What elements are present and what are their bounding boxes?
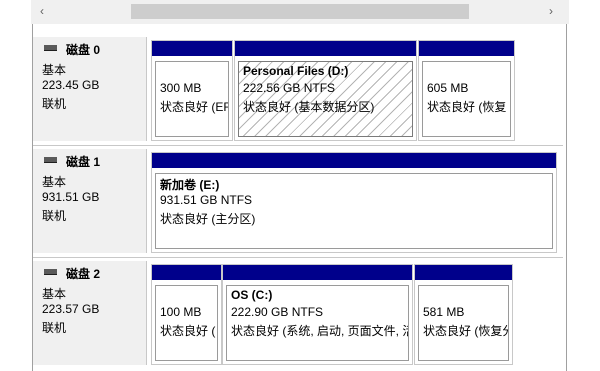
- partition-system[interactable]: 100 MB 状态良好 (: [151, 264, 222, 365]
- scrollbar-thumb[interactable]: [131, 4, 469, 19]
- partition-size: 605 MB: [427, 81, 469, 95]
- partition-body: 新加卷 (E:) 931.51 GB NTFS 状态良好 (主分区): [155, 173, 553, 249]
- partition-efi[interactable]: 300 MB 状态良好 (EF: [151, 40, 233, 141]
- partition-recovery[interactable]: 605 MB 状态良好 (恢复: [418, 40, 515, 141]
- partition-bar: [152, 153, 556, 168]
- partition-status: 状态良好 (基本数据分区): [243, 100, 375, 114]
- row-divider: [33, 257, 563, 258]
- disk-label-2[interactable]: 磁盘 2 基本 223.57 GB 联机: [33, 261, 147, 365]
- partition-title: 新加卷 (E:): [160, 178, 220, 192]
- disk-row-2: 磁盘 2 基本 223.57 GB 联机 100 MB 状态良好 ( OS (C…: [33, 261, 563, 365]
- scroll-left-arrow-icon[interactable]: ‹: [35, 4, 49, 18]
- partition-size: 581 MB: [423, 305, 465, 319]
- partition-bar: [223, 265, 412, 280]
- disk-status: 联机: [42, 97, 67, 111]
- partition-status: 状态良好 (系统, 启动, 页面文件, 活: [231, 324, 409, 338]
- disk-type: 基本: [42, 287, 67, 301]
- disk-status: 联机: [42, 321, 67, 335]
- disk-size: 223.57 GB: [42, 302, 100, 316]
- partition-size: 931.51 GB NTFS: [160, 193, 253, 207]
- partition-bar: [152, 41, 232, 56]
- disk-type: 基本: [42, 63, 67, 77]
- partition-body-selected: Personal Files (D:) 222.56 GB NTFS 状态良好 …: [238, 61, 413, 137]
- horizontal-scrollbar[interactable]: ‹ ›: [31, 0, 569, 24]
- disk-size: 223.45 GB: [42, 78, 100, 92]
- partition-bar: [152, 265, 221, 280]
- disk-status: 联机: [42, 209, 67, 223]
- partition-body: 300 MB 状态良好 (EF: [155, 61, 229, 137]
- partition-bar: [415, 265, 512, 280]
- disk-row-1: 磁盘 1 基本 931.51 GB 联机 新加卷 (E:) 931.51 GB …: [33, 149, 563, 253]
- disk-label-1[interactable]: 磁盘 1 基本 931.51 GB 联机: [33, 149, 147, 253]
- partition-body: 100 MB 状态良好 (: [155, 285, 218, 361]
- disk-row-0: 磁盘 0 基本 223.45 GB 联机 300 MB 状态良好 (EF Per…: [33, 37, 563, 141]
- partition-body: OS (C:) 222.90 GB NTFS 状态良好 (系统, 启动, 页面文…: [226, 285, 409, 361]
- scroll-right-arrow-icon[interactable]: ›: [544, 4, 558, 18]
- partition-status: 状态良好 (恢复: [427, 100, 507, 114]
- partition-status: 状态良好 (恢复分: [423, 324, 509, 338]
- disk-drive-icon: [44, 157, 57, 163]
- disk-type: 基本: [42, 175, 67, 189]
- partition-size: 300 MB: [160, 81, 202, 95]
- partition-recovery-2[interactable]: 581 MB 状态良好 (恢复分: [414, 264, 513, 365]
- partition-title: OS (C:): [231, 288, 273, 302]
- disk-size: 931.51 GB: [42, 190, 100, 204]
- disk-label-0[interactable]: 磁盘 0 基本 223.45 GB 联机: [33, 37, 147, 141]
- partition-body: 605 MB 状态良好 (恢复: [422, 61, 511, 137]
- partition-bar: [419, 41, 514, 56]
- right-border: [566, 24, 567, 371]
- disk-name: 磁盘 0: [66, 43, 101, 57]
- partition-size: 222.90 GB NTFS: [231, 305, 324, 319]
- partition-c[interactable]: OS (C:) 222.90 GB NTFS 状态良好 (系统, 启动, 页面文…: [222, 264, 413, 365]
- partition-status: 状态良好 (EF: [160, 100, 229, 114]
- disk-drive-icon: [44, 45, 57, 51]
- partition-size: 222.56 GB NTFS: [243, 81, 336, 95]
- partition-title: Personal Files (D:): [243, 64, 349, 78]
- partition-status: 状态良好 (: [160, 324, 216, 338]
- partition-d[interactable]: Personal Files (D:) 222.56 GB NTFS 状态良好 …: [234, 40, 417, 141]
- disk-name: 磁盘 2: [66, 267, 101, 281]
- disk-name: 磁盘 1: [66, 155, 101, 169]
- partition-e[interactable]: 新加卷 (E:) 931.51 GB NTFS 状态良好 (主分区): [151, 152, 557, 253]
- disk-drive-icon: [44, 269, 57, 275]
- partition-size: 100 MB: [160, 305, 202, 319]
- partition-body: 581 MB 状态良好 (恢复分: [418, 285, 509, 361]
- partition-status: 状态良好 (主分区): [160, 212, 256, 226]
- partition-bar: [235, 41, 416, 56]
- row-divider: [33, 145, 563, 146]
